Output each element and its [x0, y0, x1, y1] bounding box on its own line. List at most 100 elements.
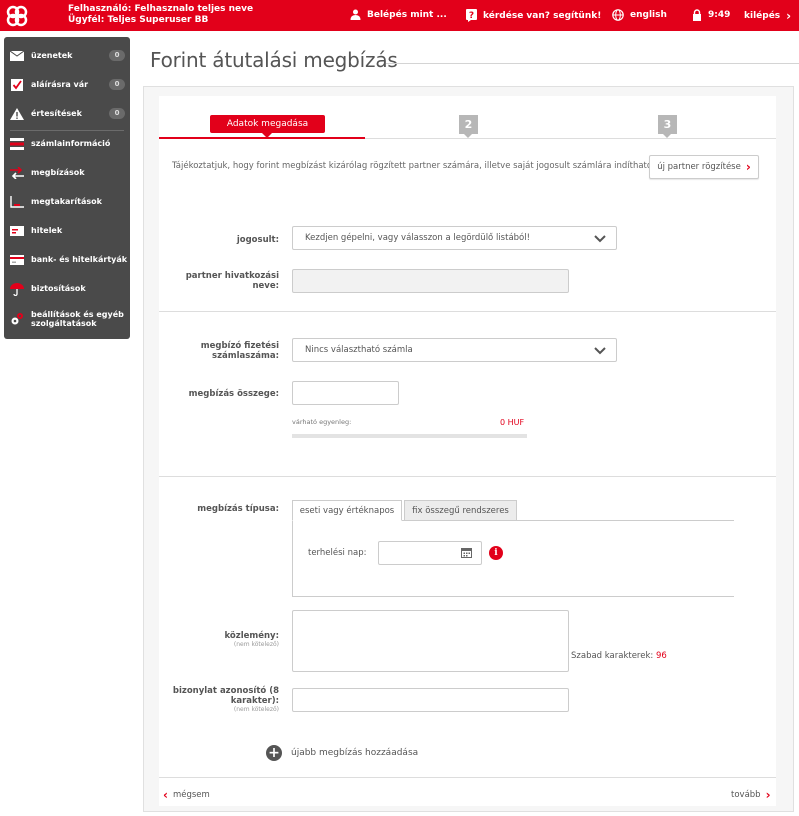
- tab-panel-border: [292, 596, 734, 597]
- sidebar-item-settings[interactable]: beállítások és egyéb szolgáltatások: [4, 304, 130, 333]
- beneficiary-label: jogosult:: [236, 235, 279, 245]
- notice-textarea[interactable]: [292, 610, 569, 672]
- optional-note: (nem kötelező): [233, 706, 279, 713]
- title-divider: [386, 63, 799, 64]
- count-badge: 0: [109, 79, 125, 90]
- next-label: tovább: [731, 790, 761, 800]
- sidebar-item-label: értesítések: [31, 109, 82, 118]
- notice-label-text: közlemény:: [224, 631, 279, 641]
- bank-logo-icon[interactable]: [4, 3, 30, 29]
- sidebar-item-label: beállítások és egyéb szolgáltatások: [31, 309, 124, 328]
- tab-recurring-order[interactable]: fix összegű rendszeres: [404, 500, 517, 521]
- tab-single-order[interactable]: eseti vagy értéknapos: [292, 500, 402, 521]
- sidebar-item-account-info[interactable]: számlainformáció: [4, 129, 130, 158]
- client-name: Ügyfél: Teljes Superuser BB: [68, 15, 209, 25]
- sidebar-item-notifications[interactable]: értesítések 0: [4, 99, 130, 128]
- new-partner-button[interactable]: új partner rögzítése ›: [649, 155, 759, 179]
- notice-label: közlemény: (nem kötelező): [224, 631, 279, 649]
- list-icon: [10, 137, 24, 151]
- balance-bar: [292, 434, 527, 438]
- logout-link[interactable]: kilépés ›: [744, 9, 791, 23]
- language-switch[interactable]: english: [612, 9, 667, 21]
- doc-id-input[interactable]: [292, 688, 569, 712]
- sidebar-item-label: hitelek: [31, 226, 63, 235]
- user-info: Felhasználó: Felhasznalo teljes neve Ügy…: [68, 4, 253, 26]
- add-more-label: újabb megbízás hozzáadása: [291, 748, 419, 758]
- svg-text:?: ?: [469, 11, 474, 21]
- sidebar-item-savings[interactable]: megtakarítások: [4, 187, 130, 216]
- sidebar-item-label: számlainformáció: [31, 139, 111, 148]
- language-label: english: [630, 10, 667, 20]
- count-badge: 0: [109, 108, 125, 119]
- next-button[interactable]: tovább ›: [731, 788, 771, 802]
- debit-date-input[interactable]: [378, 541, 482, 565]
- lock-icon: [693, 9, 701, 21]
- sidebar-item-label: aláírásra vár: [31, 80, 89, 89]
- page-title: Forint átutalási megbízás: [150, 48, 398, 72]
- globe-icon: [612, 9, 624, 21]
- expected-balance-label: várható egyenleg:: [292, 418, 352, 426]
- beneficiary-select[interactable]: Kezdjen gépelni, vagy válasszon a legörd…: [292, 226, 617, 250]
- count-badge: 0: [109, 50, 125, 61]
- sidebar-item-label: üzenetek: [31, 51, 73, 60]
- payer-account-select[interactable]: Nincs választható számla: [292, 338, 617, 362]
- calendar-icon[interactable]: [461, 547, 472, 558]
- info-icon[interactable]: i: [489, 546, 503, 560]
- free-chars-label: Szabad karakterek:: [571, 651, 654, 661]
- chevron-down-icon: [594, 235, 606, 243]
- chevron-right-icon: ›: [745, 160, 751, 174]
- credit-card-icon: [10, 253, 24, 267]
- sidebar: üzenetek 0 aláírásra vár 0 értesítések 0…: [4, 37, 130, 339]
- add-another-order-button[interactable]: + újabb megbízás hozzáadása: [266, 745, 418, 761]
- checkbox-icon: [10, 78, 24, 92]
- expected-balance-value: 0 HUF: [500, 418, 525, 427]
- chevron-right-icon: ›: [765, 788, 771, 802]
- new-partner-label: új partner rögzítése: [657, 162, 741, 172]
- cancel-label: mégsem: [172, 790, 210, 800]
- loan-card-icon: [10, 224, 24, 238]
- help-link[interactable]: ? kérdése van? segítünk!: [466, 9, 601, 22]
- user-name: Felhasználó: Felhasznalo teljes neve: [68, 4, 254, 14]
- question-icon: ?: [466, 9, 477, 22]
- sidebar-item-label: megbízások: [31, 168, 85, 177]
- sidebar-item-insurance[interactable]: biztosítások: [4, 274, 130, 303]
- chevron-left-icon: ‹: [163, 788, 168, 802]
- payer-account-label: megbízó fizetési számlaszáma:: [200, 341, 279, 361]
- beneficiary-value: Kezdjen gépelni, vagy válasszon a legörd…: [305, 233, 531, 243]
- login-as-label: Belépés mint ...: [367, 9, 447, 20]
- cancel-button[interactable]: ‹ mégsem: [163, 788, 210, 802]
- section-divider: [159, 777, 776, 778]
- section-divider: [159, 476, 776, 477]
- section-divider: [159, 311, 776, 312]
- sidebar-item-loans[interactable]: hitelek: [4, 216, 130, 245]
- sidebar-item-messages[interactable]: üzenetek 0: [4, 41, 130, 70]
- chevron-right-icon: ›: [786, 9, 792, 23]
- sidebar-item-label: megtakarítások: [31, 197, 102, 206]
- warning-icon: [10, 107, 24, 121]
- doc-id-label-text: bizonylat azonosító (8 karakter):: [172, 686, 279, 706]
- plus-circle-icon: +: [266, 745, 282, 761]
- top-bar: Felhasználó: Felhasznalo teljes neve Ügy…: [0, 0, 799, 31]
- order-type-label: megbízás típusa:: [197, 504, 279, 514]
- chevron-down-icon: [594, 347, 606, 355]
- partner-ref-input[interactable]: [292, 269, 569, 293]
- info-text: Tájékoztatjuk, hogy forint megbízást kiz…: [172, 161, 655, 171]
- sidebar-item-cards[interactable]: bank- és hitelkártyák: [4, 245, 130, 274]
- sidebar-item-orders[interactable]: megbízások: [4, 158, 130, 187]
- session-time: 9:49: [708, 10, 731, 20]
- free-chars-value: 96: [655, 651, 667, 661]
- amount-input[interactable]: [292, 381, 399, 405]
- savings-chart-icon: [10, 195, 24, 209]
- session-timer: 9:49: [692, 9, 730, 21]
- payer-account-value: Nincs választható számla: [305, 345, 413, 355]
- login-as-link[interactable]: Belépés mint ...: [350, 9, 447, 20]
- sidebar-item-label: biztosítások: [31, 284, 86, 293]
- step-2: 2: [459, 115, 478, 138]
- help-label: kérdése van? segítünk!: [483, 10, 602, 21]
- tab-panel-border: [292, 520, 293, 597]
- optional-note: (nem kötelező): [233, 641, 279, 648]
- envelope-icon: [10, 49, 24, 63]
- gear-icon: [10, 312, 24, 326]
- sidebar-item-awaiting-signature[interactable]: aláírásra vár 0: [4, 70, 130, 99]
- person-icon: [350, 9, 361, 20]
